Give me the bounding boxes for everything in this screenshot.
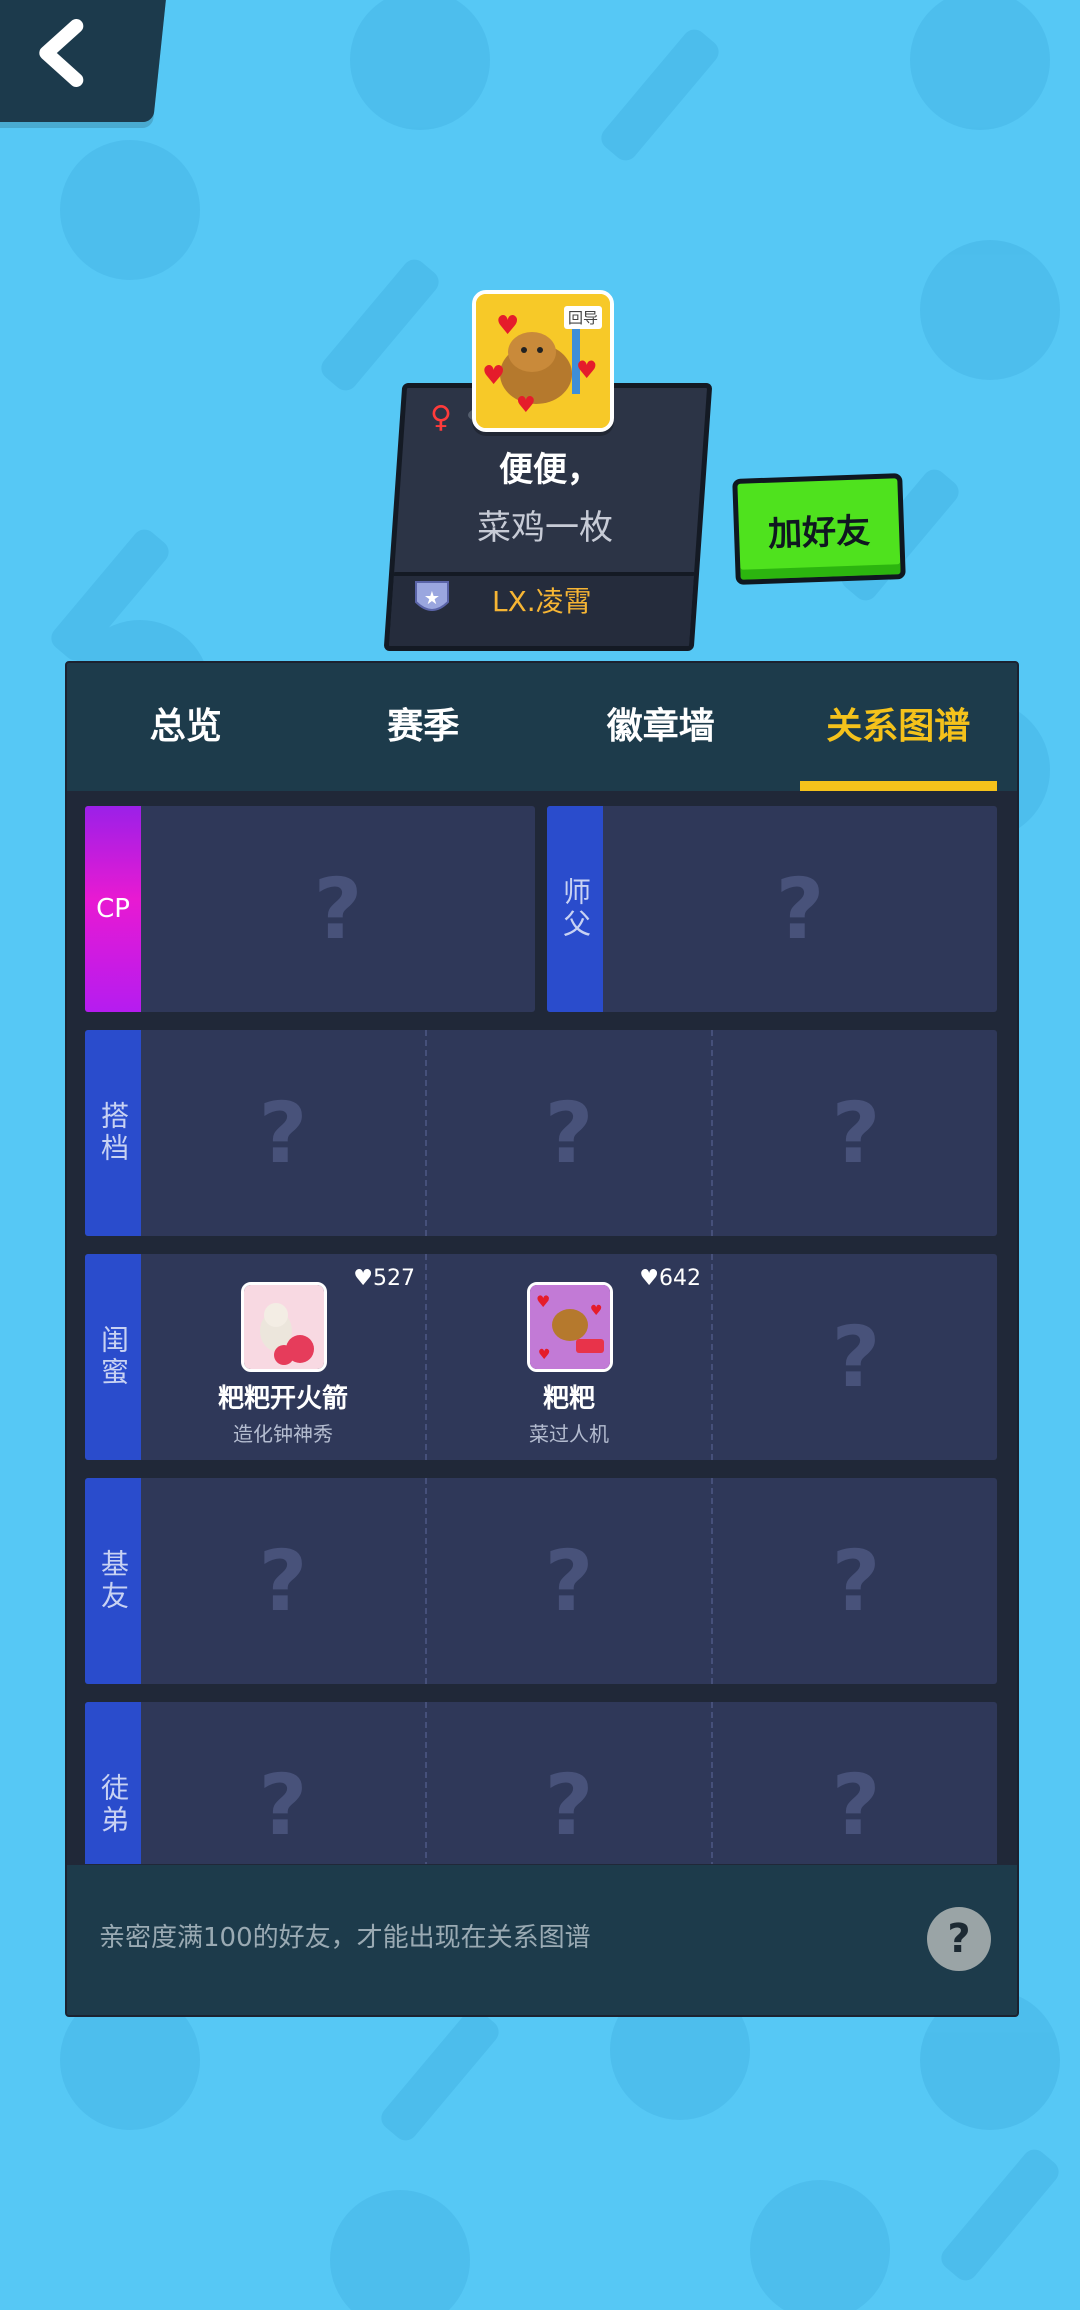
partner-slot[interactable]: ? — [425, 1030, 711, 1236]
row-apprentice: 徒弟 ? ? ? — [85, 1702, 997, 1864]
cp-label: CP — [85, 806, 141, 1012]
question-mark-icon: ? — [831, 1084, 881, 1182]
question-mark-icon: ? — [313, 860, 363, 958]
cat-avatar-icon — [244, 1285, 324, 1369]
partner-label: 搭档 — [85, 1030, 141, 1236]
question-mark-icon: ? — [258, 1532, 308, 1630]
intimacy-value: 527 — [373, 1266, 415, 1291]
relationship-grid: CP ? 师父 ? 搭档 ? ? ? 闺蜜 ♥527 粑粑开火箭 造化钟神秀 ♥… — [85, 806, 997, 1864]
intimacy-badge: ♥642 — [639, 1266, 701, 1291]
partner-row: 搭档 ? ? ? — [85, 1030, 997, 1236]
intimacy-badge: ♥527 — [353, 1266, 415, 1291]
friend-avatar — [241, 1282, 327, 1372]
tab-season[interactable]: 赛季 — [305, 663, 543, 791]
dog-love-avatar-icon: ♥ ♥ ♥ — [530, 1285, 610, 1369]
partner-slot[interactable]: ? — [711, 1030, 997, 1236]
panel-footer: 亲密度满100的好友，才能出现在关系图谱 ? — [67, 1865, 1017, 2015]
question-mark-icon: ? — [258, 1756, 308, 1854]
master-label: 师父 — [547, 806, 603, 1012]
row-buddy: 基友 ? ? ? — [85, 1478, 997, 1684]
friend-name: 粑粑 — [542, 1384, 595, 1414]
friend-card: ♥527 粑粑开火箭 造化钟神秀 — [141, 1254, 425, 1460]
player-signature: 菜鸡一枚 — [477, 508, 613, 548]
intimacy-value: 642 — [659, 1266, 701, 1291]
svg-text:♥: ♥ — [516, 393, 536, 418]
question-mark-icon: ? — [544, 1756, 594, 1854]
chevron-left-icon — [39, 19, 84, 87]
apprentice-slot[interactable]: ? — [711, 1702, 997, 1864]
tab-badge-wall[interactable]: 徽章墙 — [542, 663, 780, 791]
avatar[interactable]: ♥ ♥ ♥ ♥ 回导 — [472, 290, 614, 432]
friend-signature: 造化钟神秀 — [233, 1422, 333, 1446]
friend-avatar: ♥ ♥ ♥ — [527, 1282, 613, 1372]
svg-text:♥: ♥ — [482, 361, 505, 391]
cp-empty: ? — [141, 806, 535, 1012]
back-button[interactable] — [0, 0, 167, 122]
svg-text:♥: ♥ — [538, 1347, 551, 1363]
player-name: 便便， — [499, 450, 601, 490]
master-empty: ? — [603, 806, 997, 1012]
avatar-tag: 回导 — [563, 306, 602, 329]
question-mark-icon: ? — [544, 1084, 594, 1182]
buddy-slot[interactable]: ? — [141, 1478, 425, 1684]
tab-overview[interactable]: 总览 — [67, 663, 305, 791]
svg-text:♥: ♥ — [590, 1303, 603, 1319]
apprentice-slot[interactable]: ? — [141, 1702, 425, 1864]
svg-text:♥: ♥ — [536, 1292, 550, 1311]
friend-signature: 菜过人机 — [529, 1422, 609, 1446]
buddy-row: 基友 ? ? ? — [85, 1478, 997, 1684]
row-partner: 搭档 ? ? ? — [85, 1030, 997, 1236]
relationship-note: 亲密度满100的好友，才能出现在关系图谱 — [99, 1923, 591, 1953]
question-mark-icon: ? — [258, 1084, 308, 1182]
svg-text:♥: ♥ — [496, 311, 519, 341]
apprentice-label: 徒弟 — [85, 1702, 141, 1864]
question-mark-icon: ? — [831, 1308, 881, 1406]
friend-name: 粑粑开火箭 — [217, 1384, 348, 1414]
buddy-slot[interactable]: ? — [425, 1478, 711, 1684]
bestie-slot[interactable]: ♥527 粑粑开火箭 造化钟神秀 — [141, 1254, 425, 1460]
add-friend-button[interactable]: 加好友 — [732, 473, 906, 585]
bestie-slot[interactable]: ♥ ♥ ♥ ♥642 粑粑 菜过人机 — [425, 1254, 711, 1460]
master-slot[interactable]: 师父 ? — [547, 806, 997, 1012]
question-mark-icon: ? — [775, 860, 825, 958]
question-mark-icon: ? — [831, 1532, 881, 1630]
cp-slot[interactable]: CP ? — [85, 806, 535, 1012]
question-mark-icon: ? — [544, 1532, 594, 1630]
friend-card: ♥ ♥ ♥ ♥642 粑粑 菜过人机 — [427, 1254, 711, 1460]
apprentice-slot[interactable]: ? — [425, 1702, 711, 1864]
partner-slot[interactable]: ? — [141, 1030, 425, 1236]
buddy-label: 基友 — [85, 1478, 141, 1684]
bestie-label: 闺蜜 — [85, 1254, 141, 1460]
tab-relationship-map[interactable]: 关系图谱 — [780, 663, 1018, 791]
bestie-slot[interactable]: ? — [711, 1254, 997, 1460]
question-mark-icon: ? — [831, 1756, 881, 1854]
buddy-slot[interactable]: ? — [711, 1478, 997, 1684]
relationship-panel: 总览 赛季 徽章墙 关系图谱 CP ? 师父 ? 搭档 ? ? ? 闺蜜 ♥52… — [65, 661, 1019, 2017]
row-cp-master: CP ? 师父 ? — [85, 806, 997, 1012]
rank-badge-icon: ★ — [415, 581, 449, 611]
apprentice-row: 徒弟 ? ? ? — [85, 1702, 997, 1864]
help-icon[interactable]: ? — [927, 1907, 991, 1971]
bestie-row: 闺蜜 ♥527 粑粑开火箭 造化钟神秀 ♥ ♥ ♥ ♥642 粑粑 菜过人机 ? — [85, 1254, 997, 1460]
team-name: LX.凌霄 — [492, 585, 592, 618]
svg-text:★: ★ — [424, 588, 440, 609]
female-icon: ♀ — [430, 400, 452, 435]
svg-text:♥: ♥ — [576, 356, 598, 384]
tab-bar: 总览 赛季 徽章墙 关系图谱 — [67, 663, 1017, 791]
row-bestie: 闺蜜 ♥527 粑粑开火箭 造化钟神秀 ♥ ♥ ♥ ♥642 粑粑 菜过人机 ? — [85, 1254, 997, 1460]
